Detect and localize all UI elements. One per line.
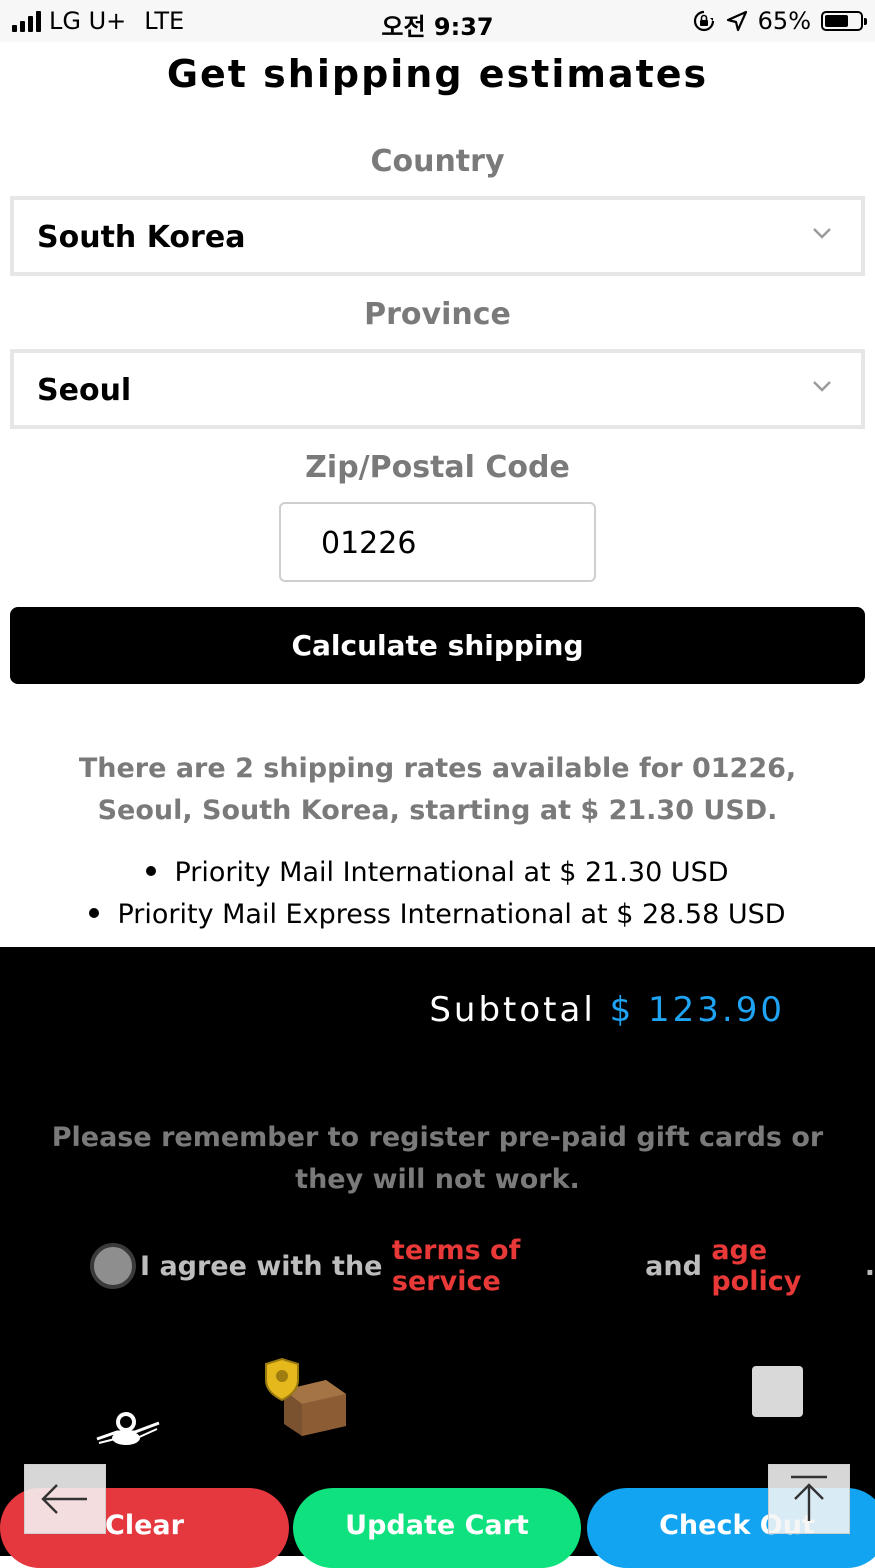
bullet-icon (89, 907, 100, 918)
location-icon (726, 10, 747, 32)
rate-item: Priority Mail International at $ 21.30 U… (0, 852, 875, 894)
network-type: LTE (144, 7, 185, 35)
agree-row: I agree with the terms of service and ag… (90, 1235, 875, 1297)
bullet-icon (146, 865, 157, 876)
battery-icon (821, 11, 867, 31)
subtotal-value: $ 123.90 (609, 990, 785, 1030)
agree-radio[interactable] (90, 1243, 136, 1289)
agree-prefix: I agree with the (140, 1250, 392, 1282)
rate-item: Priority Mail Express International at $… (0, 894, 875, 936)
province-select[interactable]: Seoul (10, 349, 865, 429)
signal-icon (12, 10, 41, 32)
province-label: Province (364, 297, 511, 332)
battery-percent: 65% (757, 7, 811, 35)
carrier-name: LG U+ (49, 7, 127, 35)
scroll-top-button[interactable] (768, 1464, 850, 1534)
shipping-insurance-icon (265, 1358, 346, 1436)
page-title: Get shipping estimates (166, 52, 709, 96)
chevron-down-icon (813, 228, 831, 239)
country-label: Country (370, 144, 505, 179)
rotation-lock-icon (693, 10, 714, 32)
arrow-left-icon (41, 1484, 87, 1514)
rate-text: Priority Mail Express International at $… (117, 899, 786, 930)
placeholder-square (752, 1366, 803, 1417)
country-value: South Korea (37, 220, 246, 255)
update-cart-button[interactable]: Update Cart (293, 1488, 581, 1568)
zip-label: Zip/Postal Code (305, 450, 570, 485)
terms-link[interactable]: terms of service (392, 1235, 636, 1297)
status-left: LG U+ LTE (12, 7, 184, 35)
8vape-logo-icon (96, 1412, 160, 1445)
status-right: 65% (692, 7, 867, 35)
chevron-down-icon (813, 381, 831, 392)
rate-text: Priority Mail International at $ 21.30 U… (174, 857, 729, 888)
subtotal: Subtotal $ 123.90 (429, 990, 785, 1030)
status-bar: LG U+ LTE 오전 9:37 65% (0, 0, 875, 42)
rates-list: Priority Mail International at $ 21.30 U… (0, 852, 875, 936)
agree-middle: and (635, 1250, 712, 1282)
agree-suffix: . (864, 1250, 875, 1282)
country-select[interactable]: South Korea (10, 196, 865, 276)
arrow-up-to-top-icon (791, 1475, 827, 1521)
back-button[interactable] (24, 1464, 106, 1534)
province-value: Seoul (37, 373, 132, 408)
gift-card-notice: Please remember to register pre-paid gif… (51, 1122, 824, 1195)
age-policy-link[interactable]: age policy (711, 1235, 864, 1297)
rates-message: There are 2 shipping rates available for… (78, 753, 797, 826)
subtotal-label: Subtotal (429, 990, 596, 1030)
calculate-shipping-button[interactable]: Calculate shipping (10, 607, 865, 684)
zip-value: 01226 (321, 526, 417, 561)
zip-input[interactable]: 01226 (279, 502, 596, 582)
